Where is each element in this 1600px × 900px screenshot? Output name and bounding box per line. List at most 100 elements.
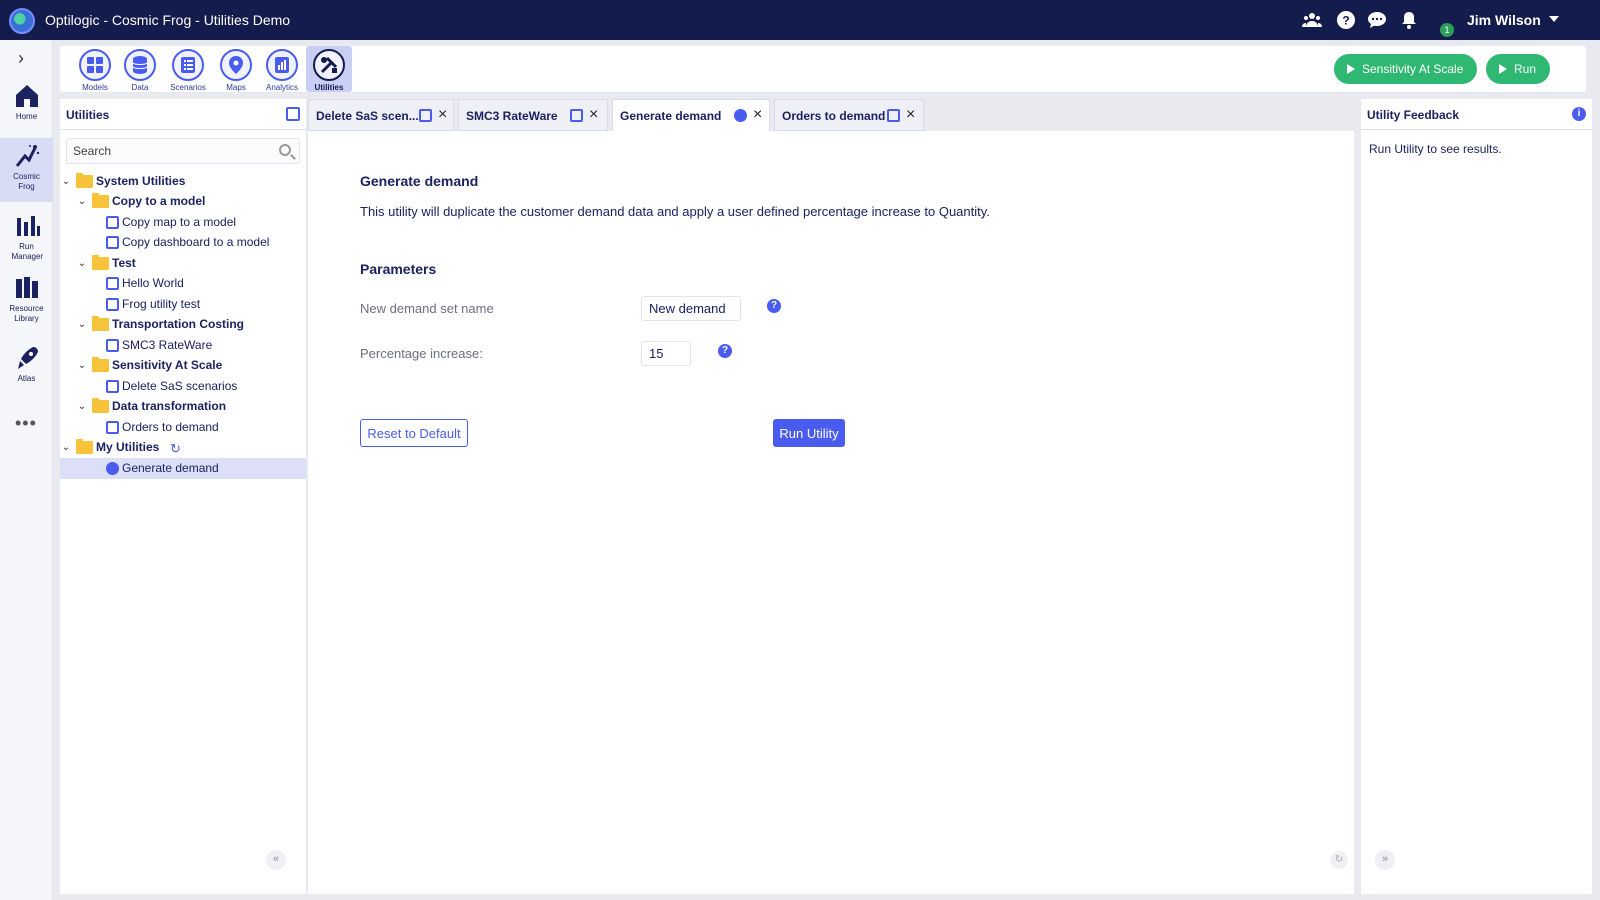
tree-folder-sensitivity-at-scale[interactable]: ⌄ Sensitivity At Scale (60, 355, 306, 376)
chevron-down-icon[interactable]: ⌄ (76, 314, 88, 335)
user-menu-caret-icon[interactable] (1549, 16, 1559, 22)
chat-icon[interactable] (1367, 10, 1387, 30)
resize-icon[interactable]: ↻ (1330, 851, 1348, 869)
tab-delete-sas-scenarios[interactable]: Delete SaS scen... × (308, 99, 454, 131)
tree-item-hello-world[interactable]: Hello World (60, 273, 306, 294)
search-input[interactable] (67, 139, 267, 163)
module-utilities[interactable]: Utilities (306, 46, 352, 92)
module-analytics[interactable]: Analytics (259, 46, 305, 92)
tree-folder-system-utilities[interactable]: ⌄ System Utilities (60, 171, 306, 192)
module-label: Analytics (265, 83, 298, 92)
tree-folder-data-transformation[interactable]: ⌄ Data transformation (60, 396, 306, 417)
module-label: Data (131, 83, 149, 92)
module-scenarios[interactable]: Scenarios (165, 46, 211, 92)
expand-rail-chevron-icon[interactable]: › (18, 48, 24, 69)
svg-text:?: ? (1342, 14, 1349, 28)
close-icon[interactable]: × (438, 106, 447, 124)
folder-icon (92, 255, 109, 270)
bell-icon[interactable] (1399, 10, 1419, 30)
info-icon[interactable]: i (1572, 107, 1586, 121)
chevron-down-icon[interactable]: ⌄ (76, 396, 88, 417)
cosmic-frog-icon (15, 145, 39, 167)
tree-label: Sensitivity At Scale (112, 358, 223, 372)
tab-smc3-rateware[interactable]: SMC3 RateWare × (458, 99, 608, 131)
tree-item-generate-demand[interactable]: Generate demand (60, 458, 306, 479)
tree-item-copy-map[interactable]: Copy map to a model (60, 212, 306, 233)
module-maps[interactable]: Maps (213, 46, 259, 92)
tree-label: Frog utility test (122, 297, 201, 311)
search-icon[interactable] (279, 144, 291, 156)
module-models[interactable]: Models (72, 46, 118, 92)
refresh-icon[interactable]: ↻ (170, 438, 181, 459)
chevron-down-icon[interactable]: ⌄ (76, 191, 88, 212)
optilogic-logo-icon[interactable] (9, 8, 35, 34)
list-icon (172, 49, 204, 81)
user-name[interactable]: Jim Wilson (1467, 12, 1541, 28)
help-icon[interactable]: ? (767, 299, 781, 313)
chevron-down-icon[interactable]: ⌄ (60, 437, 72, 458)
utilities-panel-header: Utilities (60, 99, 306, 130)
help-icon[interactable]: ? (1336, 10, 1356, 30)
tab-orders-to-demand[interactable]: Orders to demand × (774, 99, 924, 131)
module-data[interactable]: Data (117, 46, 163, 92)
tree-item-smc3-rateware[interactable]: SMC3 RateWare (60, 335, 306, 356)
tree-item-delete-sas-scenarios[interactable]: Delete SaS scenarios (60, 376, 306, 397)
run-utility-button[interactable]: Run Utility (773, 419, 845, 447)
rail-item-run-manager[interactable]: Run Manager (0, 212, 53, 261)
tree-item-frog-utility-test[interactable]: Frog utility test (60, 294, 306, 315)
chevron-down-icon[interactable]: ⌄ (76, 355, 88, 376)
chevron-down-icon[interactable]: ⌄ (60, 171, 72, 192)
custom-utility-icon (734, 109, 747, 122)
utility-description: This utility will duplicate the customer… (360, 204, 990, 219)
tab-label: SMC3 RateWare (466, 109, 558, 123)
home-icon (15, 85, 38, 107)
help-icon[interactable]: ? (718, 344, 732, 358)
rail-item-label: Cosmic Frog (13, 172, 40, 191)
close-icon[interactable]: × (753, 106, 762, 124)
left-rail: › Home Cosmic Frog Run Manager Resource … (0, 40, 53, 900)
utility-icon[interactable] (286, 107, 300, 121)
run-button[interactable]: Run (1486, 54, 1551, 84)
utilities-panel: Utilities ⌄ System Utilities ⌄ Copy to a… (60, 99, 306, 894)
rail-item-label: Resource Library (9, 304, 44, 323)
tree-folder-transportation-costing[interactable]: ⌄ Transportation Costing (60, 314, 306, 335)
rail-item-atlas[interactable]: Atlas (0, 344, 53, 388)
utility-icon (106, 298, 119, 311)
collapse-panel-icon[interactable]: « (266, 850, 286, 870)
feedback-message: Run Utility to see results. (1369, 142, 1502, 156)
utility-feedback-panel: Utility Feedback i Run Utility to see re… (1361, 99, 1592, 894)
expand-panel-icon[interactable]: » (1375, 850, 1395, 870)
tree-folder-copy-to-a-model[interactable]: ⌄ Copy to a model (60, 191, 306, 212)
tree-item-copy-dashboard[interactable]: Copy dashboard to a model (60, 232, 306, 253)
tree-label: Generate demand (122, 461, 219, 475)
chevron-down-icon[interactable]: ⌄ (76, 253, 88, 274)
tools-icon (313, 49, 345, 81)
demand-set-name-input[interactable] (641, 296, 741, 321)
grid-icon (79, 49, 111, 81)
tree-folder-test[interactable]: ⌄ Test (60, 253, 306, 274)
rail-item-home[interactable]: Home (0, 82, 53, 126)
rail-item-resource-library[interactable]: Resource Library (0, 274, 53, 324)
search-box (66, 138, 300, 164)
feedback-panel-header: Utility Feedback i (1361, 99, 1592, 130)
team-icon[interactable] (1302, 10, 1322, 30)
reset-to-default-button[interactable]: Reset to Default (360, 419, 468, 447)
rail-item-cosmic-frog[interactable]: Cosmic Frog (0, 138, 53, 202)
utility-icon (106, 421, 119, 434)
tree-folder-my-utilities[interactable]: ⌄ My Utilities ↻ (60, 437, 306, 458)
play-icon (1499, 64, 1507, 74)
tree-item-orders-to-demand[interactable]: Orders to demand (60, 417, 306, 438)
atlas-icon (17, 347, 38, 369)
utility-form: Generate demand This utility will duplic… (308, 131, 1354, 894)
more-icon[interactable]: ••• (15, 413, 37, 434)
map-pin-icon (220, 49, 252, 81)
rail-item-label: Atlas (17, 374, 36, 383)
percentage-increase-input[interactable] (641, 341, 691, 366)
database-icon (124, 49, 156, 81)
close-icon[interactable]: × (589, 106, 598, 124)
close-icon[interactable]: × (906, 106, 915, 124)
play-icon (1347, 64, 1355, 74)
sensitivity-at-scale-button[interactable]: Sensitivity At Scale (1334, 54, 1478, 84)
tab-generate-demand[interactable]: Generate demand × (612, 99, 770, 131)
tree-label: Data transformation (112, 399, 227, 413)
